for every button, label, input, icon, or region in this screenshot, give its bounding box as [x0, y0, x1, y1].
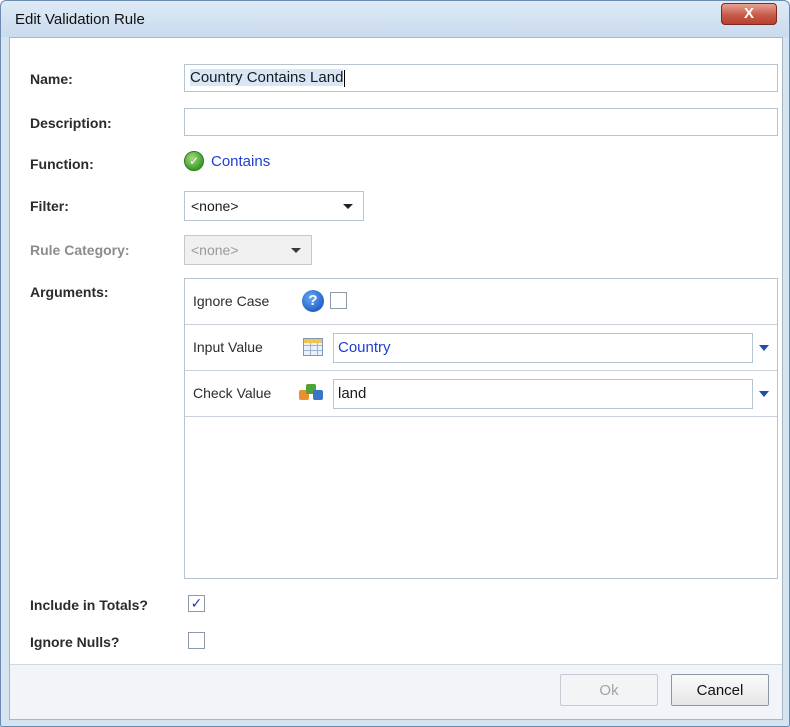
dialog-title: Edit Validation Rule: [15, 11, 145, 28]
description-label: Description:: [30, 115, 112, 131]
arguments-label: Arguments:: [30, 284, 109, 300]
check-circle-icon: ✓: [184, 151, 204, 171]
check-value-label: Check Value: [193, 385, 272, 401]
function-label: Function:: [30, 156, 94, 172]
ignore-nulls-checkbox[interactable]: [188, 632, 205, 649]
dialog-content: Name: Country Contains Land Description:…: [9, 37, 783, 720]
rule-category-dropdown[interactable]: <none>: [184, 235, 312, 265]
name-field-value: Country Contains Land: [190, 69, 344, 86]
table-icon: [303, 338, 323, 356]
arguments-panel: Ignore Case ? Input Value Country Check …: [184, 278, 778, 579]
chevron-down-icon: [343, 204, 353, 209]
filter-dropdown[interactable]: <none>: [184, 191, 364, 221]
close-button[interactable]: X: [721, 3, 777, 25]
filter-dropdown-value: <none>: [191, 198, 239, 214]
function-link[interactable]: Contains: [211, 153, 270, 170]
ok-button[interactable]: Ok: [560, 674, 658, 706]
edit-validation-rule-dialog: Edit Validation Rule X Name: Country Con…: [0, 0, 790, 727]
rule-category-dropdown-value: <none>: [191, 242, 239, 258]
ignore-case-checkbox[interactable]: [330, 292, 347, 309]
ignore-case-label: Ignore Case: [193, 293, 270, 309]
include-totals-label: Include in Totals?: [30, 597, 148, 613]
function-value[interactable]: ✓ Contains: [184, 150, 270, 172]
include-totals-checkbox[interactable]: ✓: [188, 595, 205, 612]
text-caret: [344, 69, 346, 87]
ignore-nulls-label: Ignore Nulls?: [30, 634, 120, 650]
rule-category-label: Rule Category:: [30, 242, 130, 258]
cubes-icon: [299, 382, 325, 404]
input-value-label: Input Value: [193, 339, 263, 355]
argument-row-input-value: Input Value Country: [185, 325, 777, 371]
input-value-field[interactable]: Country: [333, 333, 753, 363]
filter-label: Filter:: [30, 198, 69, 214]
description-field[interactable]: [184, 108, 778, 136]
help-icon[interactable]: ?: [302, 290, 324, 312]
dialog-footer: [10, 665, 782, 719]
check-value-field[interactable]: land: [333, 379, 753, 409]
chevron-down-icon: [291, 248, 301, 253]
cancel-button[interactable]: Cancel: [671, 674, 769, 706]
title-bar[interactable]: Edit Validation Rule X: [1, 1, 789, 37]
chevron-down-icon[interactable]: [759, 345, 769, 351]
argument-row-ignore-case: Ignore Case ?: [185, 279, 777, 325]
chevron-down-icon[interactable]: [759, 391, 769, 397]
name-field[interactable]: Country Contains Land: [184, 64, 778, 92]
argument-row-check-value: Check Value land: [185, 371, 777, 417]
name-label: Name:: [30, 71, 73, 87]
